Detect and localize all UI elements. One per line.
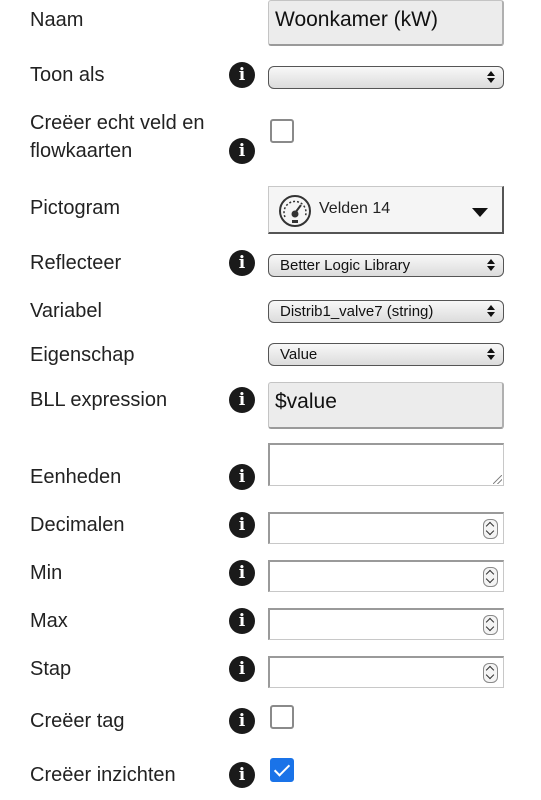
info-icon[interactable]: i (229, 656, 255, 682)
spinner-icon[interactable] (483, 615, 498, 635)
max-input[interactable] (268, 608, 504, 640)
creeer-tag-label: Creëer tag (30, 710, 125, 732)
eenheden-label: Eenheden (30, 466, 122, 488)
creeer-veld-checkbox[interactable] (270, 119, 294, 143)
stap-label: Stap (30, 658, 72, 680)
pictogram-value: Velden 14 (319, 200, 391, 217)
info-icon[interactable]: i (229, 560, 255, 586)
reflecteer-label: Reflecteer (30, 252, 122, 274)
select-arrows-icon (487, 346, 495, 362)
select-arrows-icon (487, 303, 495, 319)
spinner-icon[interactable] (483, 567, 498, 587)
chevron-down-icon (472, 208, 488, 217)
eenheden-textarea[interactable] (268, 443, 504, 486)
spinner-icon[interactable] (483, 519, 498, 539)
variabel-label: Variabel (30, 300, 102, 322)
creeer-veld-label-line1: Creëer echt veld en (30, 112, 205, 134)
resize-grip-icon[interactable] (493, 475, 502, 484)
gauge-icon (279, 195, 311, 227)
pictogram-select[interactable]: Velden 14 (268, 186, 504, 234)
decimalen-label: Decimalen (30, 514, 125, 536)
reflecteer-value: Better Logic Library (280, 257, 411, 274)
variabel-select[interactable]: Distrib1_valve7 (string) (268, 300, 504, 323)
min-label: Min (30, 562, 63, 584)
max-label: Max (30, 610, 68, 632)
eigenschap-select[interactable]: Value (268, 343, 504, 366)
info-icon[interactable]: i (229, 138, 255, 164)
info-icon[interactable]: i (229, 708, 255, 734)
creeer-inzichten-label: Creëer inzichten (30, 764, 176, 786)
select-arrows-icon (487, 69, 495, 85)
info-icon[interactable]: i (229, 387, 255, 413)
reflecteer-select[interactable]: Better Logic Library (268, 254, 504, 277)
bll-expression-label: BLL expression (30, 389, 168, 411)
pictogram-label: Pictogram (30, 197, 121, 219)
spinner-icon[interactable] (483, 663, 498, 683)
info-icon[interactable]: i (229, 62, 255, 88)
variabel-value: Distrib1_valve7 (string) (280, 303, 434, 320)
info-icon[interactable]: i (229, 464, 255, 490)
creeer-inzichten-checkbox[interactable] (270, 758, 294, 782)
creeer-veld-label-line2: flowkaarten (30, 140, 133, 162)
info-icon[interactable]: i (229, 608, 255, 634)
info-icon[interactable]: i (229, 250, 255, 276)
eigenschap-label: Eigenschap (30, 344, 135, 366)
stap-input[interactable] (268, 656, 504, 688)
decimalen-input[interactable] (268, 512, 504, 544)
creeer-tag-checkbox[interactable] (270, 705, 294, 729)
eigenschap-value: Value (280, 346, 318, 363)
toon-als-label: Toon als (30, 64, 105, 86)
min-input[interactable] (268, 560, 504, 592)
naam-label: Naam (30, 9, 84, 31)
info-icon[interactable]: i (229, 512, 255, 538)
naam-input[interactable]: Woonkamer (kW) (268, 0, 504, 46)
bll-expression-input[interactable]: $value (268, 382, 504, 429)
select-arrows-icon (487, 257, 495, 273)
info-icon[interactable]: i (229, 762, 255, 788)
toon-als-select[interactable] (268, 66, 504, 89)
